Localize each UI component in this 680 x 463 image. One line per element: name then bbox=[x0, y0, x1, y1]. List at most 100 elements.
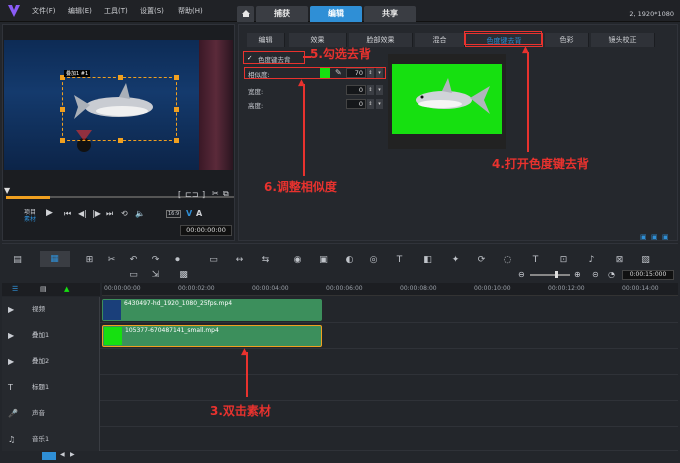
chapter-icon[interactable]: ▤ bbox=[40, 285, 47, 293]
panel-icon-3[interactable]: ▣ bbox=[662, 233, 669, 241]
clock-icon[interactable]: ◔ bbox=[608, 270, 615, 279]
resize-handle[interactable] bbox=[174, 138, 179, 143]
tab-lens-correction[interactable]: 镜头校正 bbox=[591, 33, 655, 47]
panel-icon-2[interactable]: ▣ bbox=[651, 233, 658, 241]
timeline-duration[interactable]: 0:00:15:000 bbox=[622, 270, 674, 280]
audio-icon[interactable]: ♪ bbox=[586, 255, 597, 265]
play-icon[interactable]: ▶ bbox=[46, 208, 53, 218]
zoom-out-icon[interactable]: ⊖ bbox=[518, 270, 525, 279]
height-dropdown-icon[interactable]: ▾ bbox=[376, 99, 383, 109]
chroma-checkbox-label[interactable]: 色度键去背 bbox=[258, 54, 291, 64]
menu-file[interactable]: 文件(F) bbox=[32, 6, 56, 16]
bin-icon[interactable]: ▩ bbox=[178, 270, 189, 280]
end-icon[interactable]: ⏭ bbox=[106, 209, 113, 219]
path-icon[interactable]: ◉ bbox=[292, 255, 303, 265]
similarity-spin-icon[interactable]: ⇕ bbox=[367, 68, 374, 78]
scroll-indicator[interactable] bbox=[42, 452, 56, 460]
resize-handle[interactable] bbox=[174, 75, 179, 80]
home-tab[interactable] bbox=[237, 6, 254, 22]
motion-icon[interactable]: ⇆ bbox=[260, 255, 271, 265]
resize-handle[interactable] bbox=[60, 138, 65, 143]
tab-share[interactable]: 共享 bbox=[364, 6, 416, 22]
trim-start-icon[interactable]: [ bbox=[178, 190, 181, 199]
zoom-slider[interactable] bbox=[530, 274, 570, 276]
width-spin-icon[interactable]: ⇕ bbox=[367, 85, 374, 95]
tab-edit-options[interactable]: 编辑 bbox=[247, 33, 285, 47]
copy-icon[interactable]: ⧉ bbox=[223, 189, 229, 199]
clip-label[interactable]: 素材 bbox=[24, 214, 36, 223]
undo-icon[interactable]: ↶ bbox=[128, 255, 139, 265]
track-header[interactable]: 🎤 声音 bbox=[2, 401, 100, 427]
resize-handle[interactable] bbox=[118, 138, 123, 143]
panel-icon-1[interactable]: ▣ bbox=[640, 233, 647, 241]
home-start-icon[interactable]: ⏮ bbox=[64, 209, 71, 219]
subtitle-icon[interactable]: ▭ bbox=[128, 270, 139, 280]
playhead-icon[interactable]: ▼ bbox=[4, 186, 10, 195]
resize-handle[interactable] bbox=[174, 107, 179, 112]
fit-timeline-icon[interactable]: ⊝ bbox=[592, 270, 599, 279]
snapshot-icon[interactable]: ▭ bbox=[208, 255, 219, 265]
width-dropdown-icon[interactable]: ▾ bbox=[376, 85, 383, 95]
split-screen-icon[interactable]: ▣ bbox=[318, 255, 329, 265]
height-input[interactable]: 0 bbox=[346, 99, 366, 109]
marker-icon[interactable]: ▲ bbox=[64, 285, 69, 293]
scroll-left-icon[interactable]: ◀ bbox=[60, 451, 65, 458]
multicam-icon[interactable]: ⊠ bbox=[614, 255, 625, 265]
rotate-icon[interactable]: ⟳ bbox=[476, 255, 487, 265]
mask-icon[interactable]: ◐ bbox=[344, 255, 355, 265]
next-frame-icon[interactable]: |▶ bbox=[92, 209, 101, 218]
track-manager-icon[interactable]: ☰ bbox=[12, 285, 18, 293]
track-header[interactable]: ▶ 叠加2 bbox=[2, 349, 100, 375]
menu-tools[interactable]: 工具(T) bbox=[104, 6, 128, 16]
trim-end-icon[interactable]: ] bbox=[202, 190, 205, 199]
track-header[interactable]: ♫ 音乐1 bbox=[2, 427, 100, 451]
height-spin-icon[interactable]: ⇕ bbox=[367, 99, 374, 109]
v-toggle[interactable]: V bbox=[186, 209, 192, 218]
split-icon[interactable]: ⊏⊐ bbox=[185, 190, 198, 199]
volume-icon[interactable]: 🔈 bbox=[135, 209, 145, 218]
checkbox-check-icon[interactable]: ✓ bbox=[247, 54, 252, 62]
color-icon[interactable]: ◧ bbox=[422, 255, 433, 265]
scroll-right-icon[interactable]: ▶ bbox=[70, 451, 75, 458]
menu-edit[interactable]: 编辑(E) bbox=[68, 6, 92, 16]
prev-frame-icon[interactable]: ◀| bbox=[78, 209, 87, 218]
track-header[interactable]: ▶ 叠加1 bbox=[2, 323, 100, 349]
repeat-icon[interactable]: ⟲ bbox=[121, 209, 128, 218]
resize-handle[interactable] bbox=[118, 75, 123, 80]
fit-icon[interactable]: ↔ bbox=[234, 255, 245, 265]
record-icon[interactable]: ⏺ bbox=[172, 255, 183, 265]
resize-handle[interactable] bbox=[60, 107, 65, 112]
add-track-icon[interactable]: ⊞ bbox=[84, 255, 95, 265]
effect-icon[interactable]: ◎ bbox=[368, 255, 379, 265]
redo-icon[interactable]: ↷ bbox=[150, 255, 161, 265]
title-icon[interactable]: T bbox=[394, 255, 405, 265]
track-header[interactable]: T 标题1 bbox=[2, 375, 100, 401]
tab-blend[interactable]: 混合 bbox=[415, 33, 465, 47]
aspect-button[interactable]: 16:9 bbox=[166, 210, 182, 218]
speed-icon[interactable]: ⊡ bbox=[558, 255, 569, 265]
scissors-icon[interactable]: ✂ bbox=[212, 189, 219, 198]
menu-help[interactable]: 帮助(H) bbox=[178, 6, 203, 16]
timeline-clip[interactable]: 6430497-hd_1920_1080_25fps.mp4 bbox=[102, 299, 322, 321]
timeline-view-button[interactable]: ▦ bbox=[40, 251, 70, 267]
tab-edit[interactable]: 编辑 bbox=[310, 6, 362, 22]
tab-capture[interactable]: 捕获 bbox=[256, 6, 308, 22]
width-input[interactable]: 0 bbox=[346, 85, 366, 95]
a-toggle[interactable]: A bbox=[196, 209, 202, 218]
tools-icon[interactable]: ✂ bbox=[106, 255, 117, 265]
similarity-input[interactable]: 70 bbox=[346, 68, 366, 78]
magic-icon[interactable]: ✦ bbox=[450, 255, 461, 265]
track-header[interactable]: ▶ 视频 bbox=[2, 297, 100, 323]
similarity-dropdown-icon[interactable]: ▾ bbox=[376, 68, 383, 78]
tab-color[interactable]: 色彩 bbox=[545, 33, 589, 47]
eyedropper-icon[interactable]: ✎ bbox=[335, 68, 342, 77]
zoom-in-icon[interactable]: ⊕ bbox=[574, 270, 581, 279]
storyboard-view-icon[interactable]: ▤ bbox=[12, 255, 23, 265]
text-icon[interactable]: T bbox=[530, 255, 541, 265]
fx-icon[interactable]: ▧ bbox=[640, 255, 651, 265]
menu-settings[interactable]: 设置(S) bbox=[140, 6, 164, 16]
link-icon[interactable]: ⇲ bbox=[150, 270, 161, 280]
selection-box[interactable] bbox=[60, 75, 179, 143]
zoom-thumb[interactable] bbox=[555, 271, 558, 278]
timeline-clip[interactable]: 105377-670487141_small.mp4 bbox=[102, 325, 322, 347]
